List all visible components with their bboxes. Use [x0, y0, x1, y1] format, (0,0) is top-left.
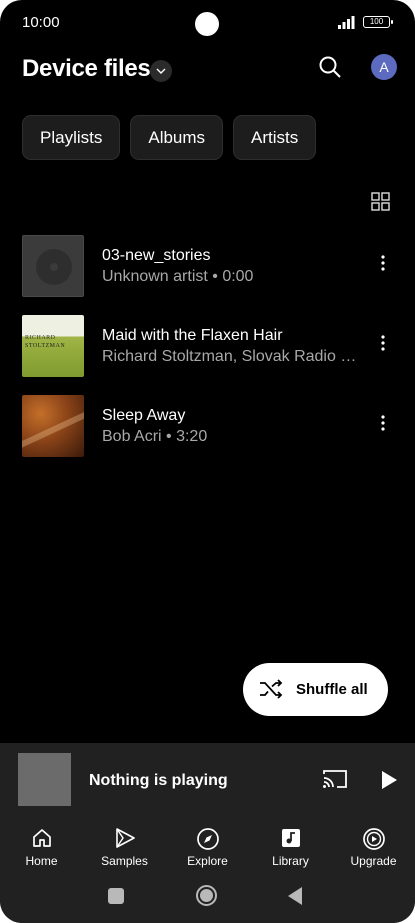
track-subtitle: Richard Stoltzman, Slovak Radio Sy... — [102, 348, 358, 365]
nav-label: Library — [272, 854, 309, 868]
chip-artists[interactable]: Artists — [233, 115, 317, 160]
search-icon[interactable] — [317, 54, 343, 80]
track-art: RICHARD STOLTZMAN — [22, 315, 84, 377]
album-art-text: STOLTZMAN — [25, 343, 66, 349]
signal-icon — [338, 16, 355, 29]
bottom-navigation: Home Samples Explore Library Upgrade — [0, 821, 415, 877]
source-dropdown-button[interactable] — [150, 60, 172, 82]
recents-button[interactable] — [108, 888, 124, 904]
chevron-down-icon — [156, 68, 166, 74]
nav-library[interactable]: Library — [249, 821, 332, 877]
more-vert-icon[interactable] — [372, 412, 394, 434]
home-button[interactable] — [196, 885, 217, 906]
nav-label: Home — [25, 854, 58, 868]
shuffle-all-button[interactable]: Shuffle all — [243, 663, 388, 716]
system-navigation-bar — [0, 877, 415, 923]
page-title: Device files — [22, 55, 151, 82]
compass-icon — [196, 828, 219, 850]
library-icon — [281, 829, 300, 847]
track-title: Sleep Away — [102, 407, 186, 424]
more-vert-icon[interactable] — [372, 332, 394, 354]
back-button[interactable] — [288, 887, 302, 905]
status-bar: 10:00 100 — [0, 0, 415, 44]
list-item[interactable]: Sleep Away Bob Acri • 3:20 — [0, 390, 415, 460]
track-subtitle: Unknown artist • 0:00 — [102, 268, 254, 285]
account-avatar[interactable]: A — [371, 54, 397, 80]
nav-home[interactable]: Home — [0, 821, 83, 877]
track-title: 03-new_stories — [102, 247, 211, 264]
album-art-text: RICHARD — [25, 335, 56, 341]
nav-explore[interactable]: Explore — [166, 821, 249, 877]
track-art — [22, 235, 84, 297]
cast-icon[interactable] — [322, 768, 348, 790]
chip-playlists[interactable]: Playlists — [22, 115, 121, 160]
nav-label: Samples — [101, 854, 148, 868]
more-vert-icon[interactable] — [372, 252, 394, 274]
nav-label: Upgrade — [350, 854, 397, 868]
track-title: Maid with the Flaxen Hair — [102, 327, 283, 344]
camera-cutout — [195, 12, 219, 36]
chip-albums[interactable]: Albums — [130, 115, 224, 160]
shuffle-icon — [260, 679, 283, 699]
battery-icon: 100 — [363, 16, 393, 28]
samples-icon — [115, 828, 135, 848]
nav-upgrade[interactable]: Upgrade — [332, 821, 415, 877]
filter-chips: Playlists Albums Artists — [22, 115, 317, 160]
list-item[interactable]: 03-new_stories Unknown artist • 0:00 — [0, 230, 415, 300]
nav-samples[interactable]: Samples — [83, 821, 166, 877]
nav-label: Explore — [187, 854, 228, 868]
track-art — [22, 395, 84, 457]
disc-icon — [36, 249, 72, 285]
home-icon — [32, 829, 51, 847]
mini-player[interactable]: Nothing is playing — [0, 743, 415, 821]
status-time: 10:00 — [22, 14, 60, 31]
shuffle-all-label: Shuffle all — [296, 681, 368, 698]
play-icon[interactable] — [379, 769, 399, 791]
grid-view-icon[interactable] — [371, 192, 390, 211]
list-item[interactable]: RICHARD STOLTZMAN Maid with the Flaxen H… — [0, 310, 415, 380]
track-subtitle: Bob Acri • 3:20 — [102, 428, 208, 445]
player-art — [18, 753, 71, 806]
app-screen: 10:00 100 Device files A Playlists Album… — [0, 0, 415, 923]
player-status: Nothing is playing — [89, 772, 228, 789]
upgrade-icon — [362, 828, 385, 850]
